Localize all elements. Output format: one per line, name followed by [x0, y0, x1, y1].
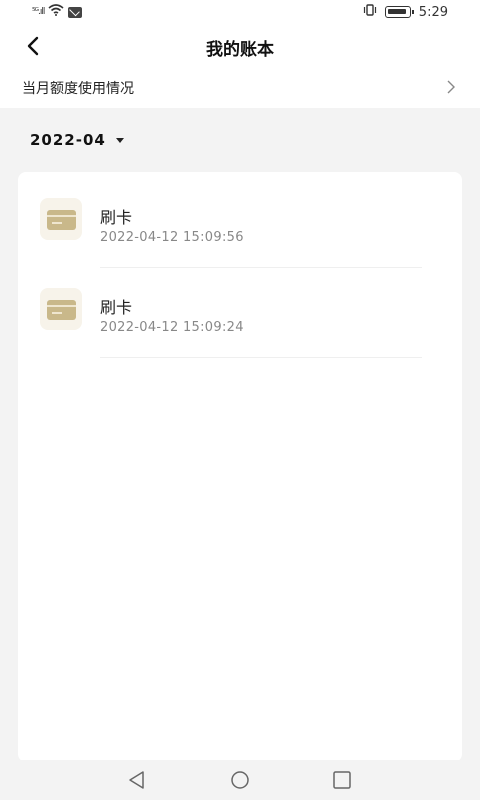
clock: 5:29 — [418, 4, 448, 20]
caret-down-icon — [115, 137, 124, 143]
vibrate-icon — [363, 4, 377, 20]
records-card: 刷卡 2022-04-12 15:09:56 刷卡 2022-04-12 15:… — [18, 172, 462, 762]
status-left: ⁵ᴳ.ıll — [32, 4, 83, 20]
record-time: 2022-04-12 15:09:56 — [100, 230, 244, 245]
back-triangle-icon[interactable] — [126, 769, 148, 791]
home-circle-icon[interactable] — [229, 769, 251, 791]
list-item[interactable]: 刷卡 2022-04-12 15:09:24 — [18, 272, 462, 358]
status-right: 5:29 — [363, 4, 448, 20]
battery-icon — [384, 6, 414, 18]
page-title: 我的账本 — [206, 40, 274, 60]
quota-usage-label: 当月额度使用情况 — [22, 81, 134, 97]
system-navigation-bar — [0, 760, 480, 800]
card-icon — [40, 288, 82, 330]
signal-icon: ⁵ᴳ.ıll — [32, 7, 45, 17]
mail-icon — [68, 6, 83, 18]
card-icon — [40, 198, 82, 240]
divider — [100, 357, 422, 358]
month-selector[interactable]: 2022-04 — [30, 128, 124, 152]
wifi-icon — [48, 4, 64, 20]
list-item[interactable]: 刷卡 2022-04-12 15:09:56 — [18, 182, 462, 268]
status-bar: ⁵ᴳ.ıll 5:29 — [0, 0, 480, 26]
chevron-right-icon — [446, 79, 456, 95]
month-label: 2022-04 — [30, 131, 106, 149]
top-navbar: 我的账本 — [0, 26, 480, 66]
quota-usage-row[interactable]: 当月额度使用情况 — [0, 66, 480, 108]
recents-square-icon[interactable] — [331, 769, 353, 791]
record-title: 刷卡 — [100, 208, 133, 227]
record-title: 刷卡 — [100, 298, 133, 317]
divider — [100, 267, 422, 268]
record-time: 2022-04-12 15:09:24 — [100, 320, 244, 335]
